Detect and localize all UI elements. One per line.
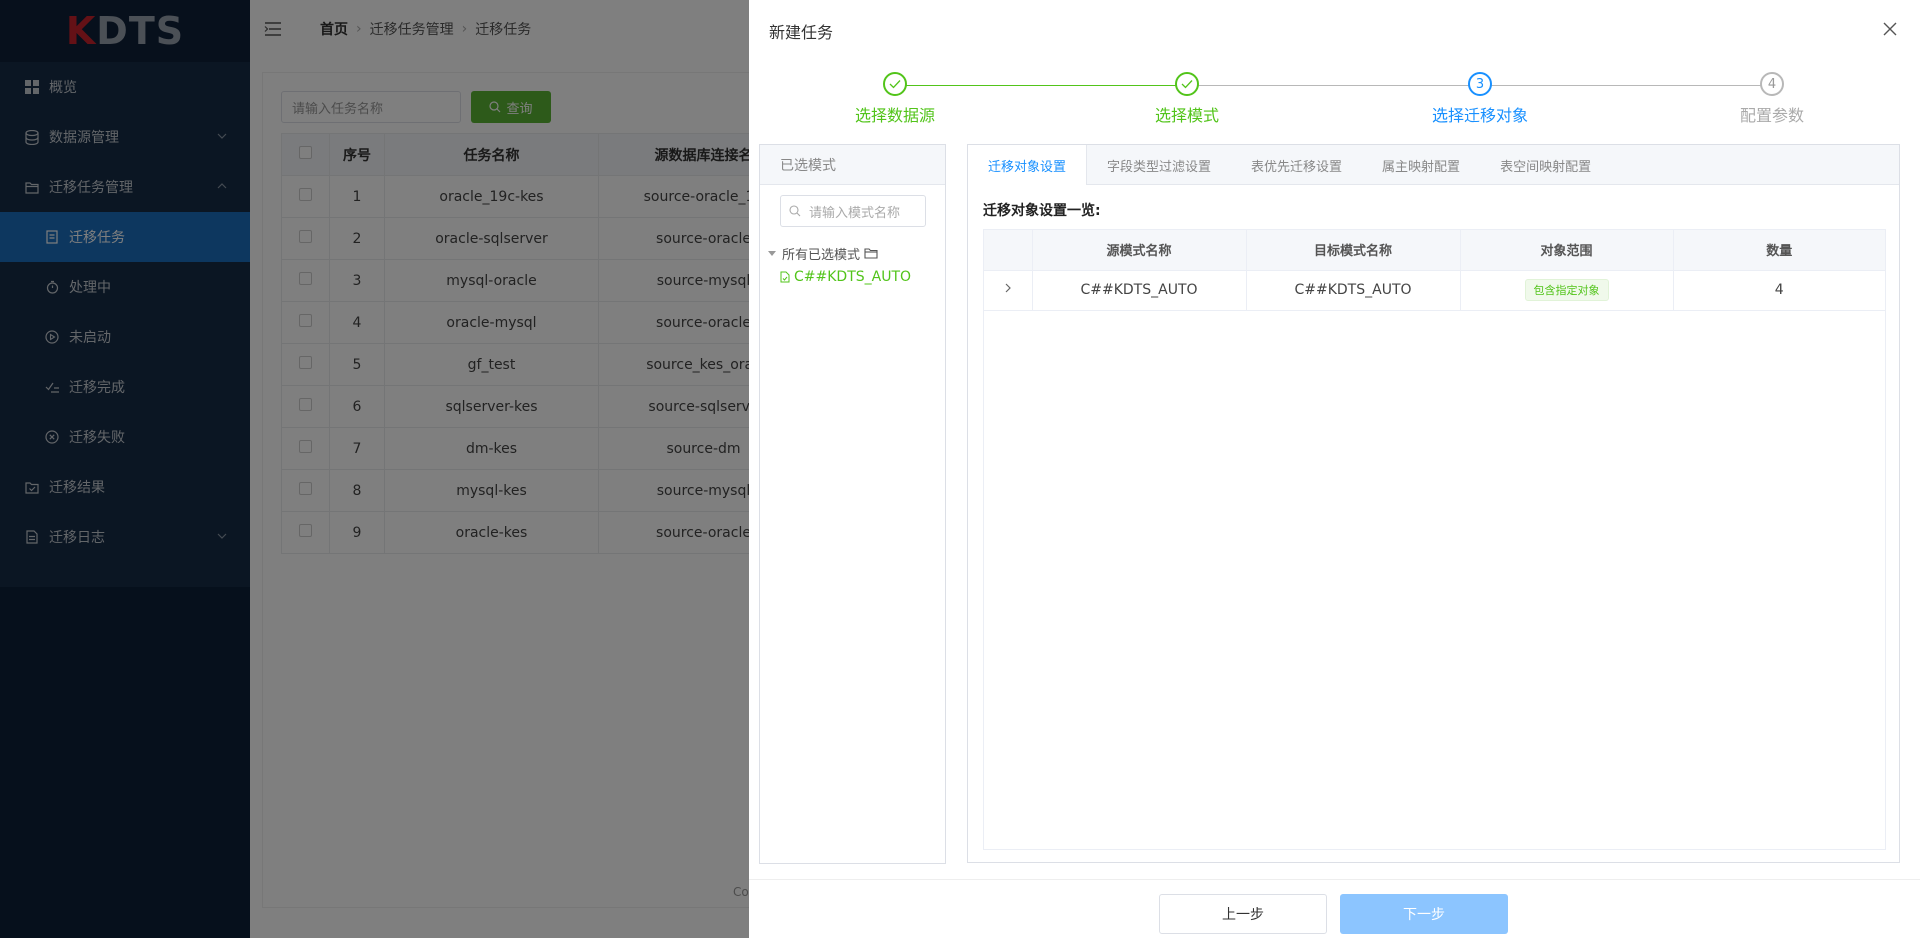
- step-title: 配置参数: [1739, 106, 1804, 125]
- header-count: 数量: [1673, 230, 1885, 271]
- tab-owner-mapping[interactable]: 属主映射配置: [1362, 145, 1480, 185]
- schema-tree: 所有已选模式 C##KDTS_AUTO: [768, 241, 945, 289]
- drawer-title: 新建任务: [769, 23, 834, 42]
- prev-step-button[interactable]: 上一步: [1159, 894, 1327, 934]
- app-root: KDTS 概览 数据源管理 迁移任务管理: [0, 0, 1920, 938]
- tree-node-label: C##KDTS_AUTO: [794, 269, 912, 285]
- tree-node-schema[interactable]: C##KDTS_AUTO: [768, 265, 945, 289]
- step-title: 选择模式: [1154, 106, 1219, 125]
- step-1: 选择数据源: [795, 72, 995, 126]
- tab-field-type-filter[interactable]: 字段类型过滤设置: [1087, 145, 1231, 185]
- search-icon: [789, 205, 801, 217]
- header-expand: [984, 230, 1033, 271]
- header-scope: 对象范围: [1460, 230, 1674, 271]
- dst-schema-cell: C##KDTS_AUTO: [1246, 270, 1461, 311]
- step-number: 3: [1468, 72, 1492, 96]
- step-title: 选择迁移对象: [1431, 106, 1528, 125]
- header-dst-schema: 目标模式名称: [1246, 230, 1461, 271]
- step-line: [1187, 85, 1480, 86]
- step-3: 3 选择迁移对象: [1380, 72, 1580, 126]
- drawer-footer: 上一步 下一步: [749, 879, 1920, 938]
- check-icon: [1175, 72, 1199, 96]
- schema-search-placeholder: 请输入模式名称: [809, 205, 901, 221]
- object-table: 源模式名称 目标模式名称 对象范围 数量 C##KDTS_AUTO C##KDT…: [984, 230, 1885, 311]
- settings-tabs: 迁移对象设置 字段类型过滤设置 表优先迁移设置 属主映射配置 表空间映射配置: [968, 145, 1899, 185]
- schema-search-input[interactable]: 请输入模式名称: [780, 195, 926, 227]
- step-line: [895, 85, 1187, 86]
- src-schema-cell: C##KDTS_AUTO: [1032, 270, 1247, 311]
- check-icon: [883, 72, 907, 96]
- section-title: 迁移对象设置一览:: [983, 203, 1101, 219]
- step-2: 选择模式: [1087, 72, 1287, 126]
- close-icon[interactable]: [1882, 21, 1898, 37]
- tree-root[interactable]: 所有已选模式: [768, 241, 945, 265]
- scope-tag: 包含指定对象: [1524, 279, 1609, 301]
- step-title: 选择数据源: [854, 106, 935, 125]
- steps: 选择数据源 选择模式 3 选择迁移对象 4 配置参数: [749, 72, 1920, 132]
- tab-object-settings[interactable]: 迁移对象设置: [968, 145, 1088, 185]
- expand-cell[interactable]: [984, 270, 1033, 311]
- new-task-drawer: 新建任务 选择数据源 选择模式 3 选择迁移对象 4 配置参数 已选模式 请输入…: [749, 0, 1920, 938]
- caret-down-icon[interactable]: [768, 250, 776, 256]
- folder-icon: [864, 248, 878, 259]
- chevron-right-icon[interactable]: [1002, 282, 1014, 294]
- table-header: 源模式名称 目标模式名称 对象范围 数量: [984, 230, 1885, 271]
- next-step-button[interactable]: 下一步: [1340, 894, 1508, 934]
- count-cell: 4: [1673, 270, 1885, 311]
- scope-cell: 包含指定对象: [1460, 270, 1674, 311]
- step-line: [1480, 85, 1772, 86]
- tree-root-label: 所有已选模式: [782, 247, 861, 263]
- tab-tablespace-mapping[interactable]: 表空间映射配置: [1480, 145, 1611, 185]
- file-icon: [780, 271, 790, 283]
- header-src-schema: 源模式名称: [1032, 230, 1247, 271]
- panel-title: 已选模式: [760, 145, 945, 185]
- step-4: 4 配置参数: [1672, 72, 1872, 126]
- object-table-container: 源模式名称 目标模式名称 对象范围 数量 C##KDTS_AUTO C##KDT…: [983, 229, 1886, 850]
- selected-schema-panel: 已选模式 请输入模式名称 所有已选模式 C##KDTS_AUTO: [759, 144, 946, 864]
- tab-table-priority[interactable]: 表优先迁移设置: [1231, 145, 1362, 185]
- step-number: 4: [1760, 72, 1784, 96]
- object-settings-panel: 迁移对象设置 字段类型过滤设置 表优先迁移设置 属主映射配置 表空间映射配置 迁…: [967, 144, 1900, 863]
- table-row: C##KDTS_AUTO C##KDTS_AUTO 包含指定对象 4: [984, 270, 1885, 311]
